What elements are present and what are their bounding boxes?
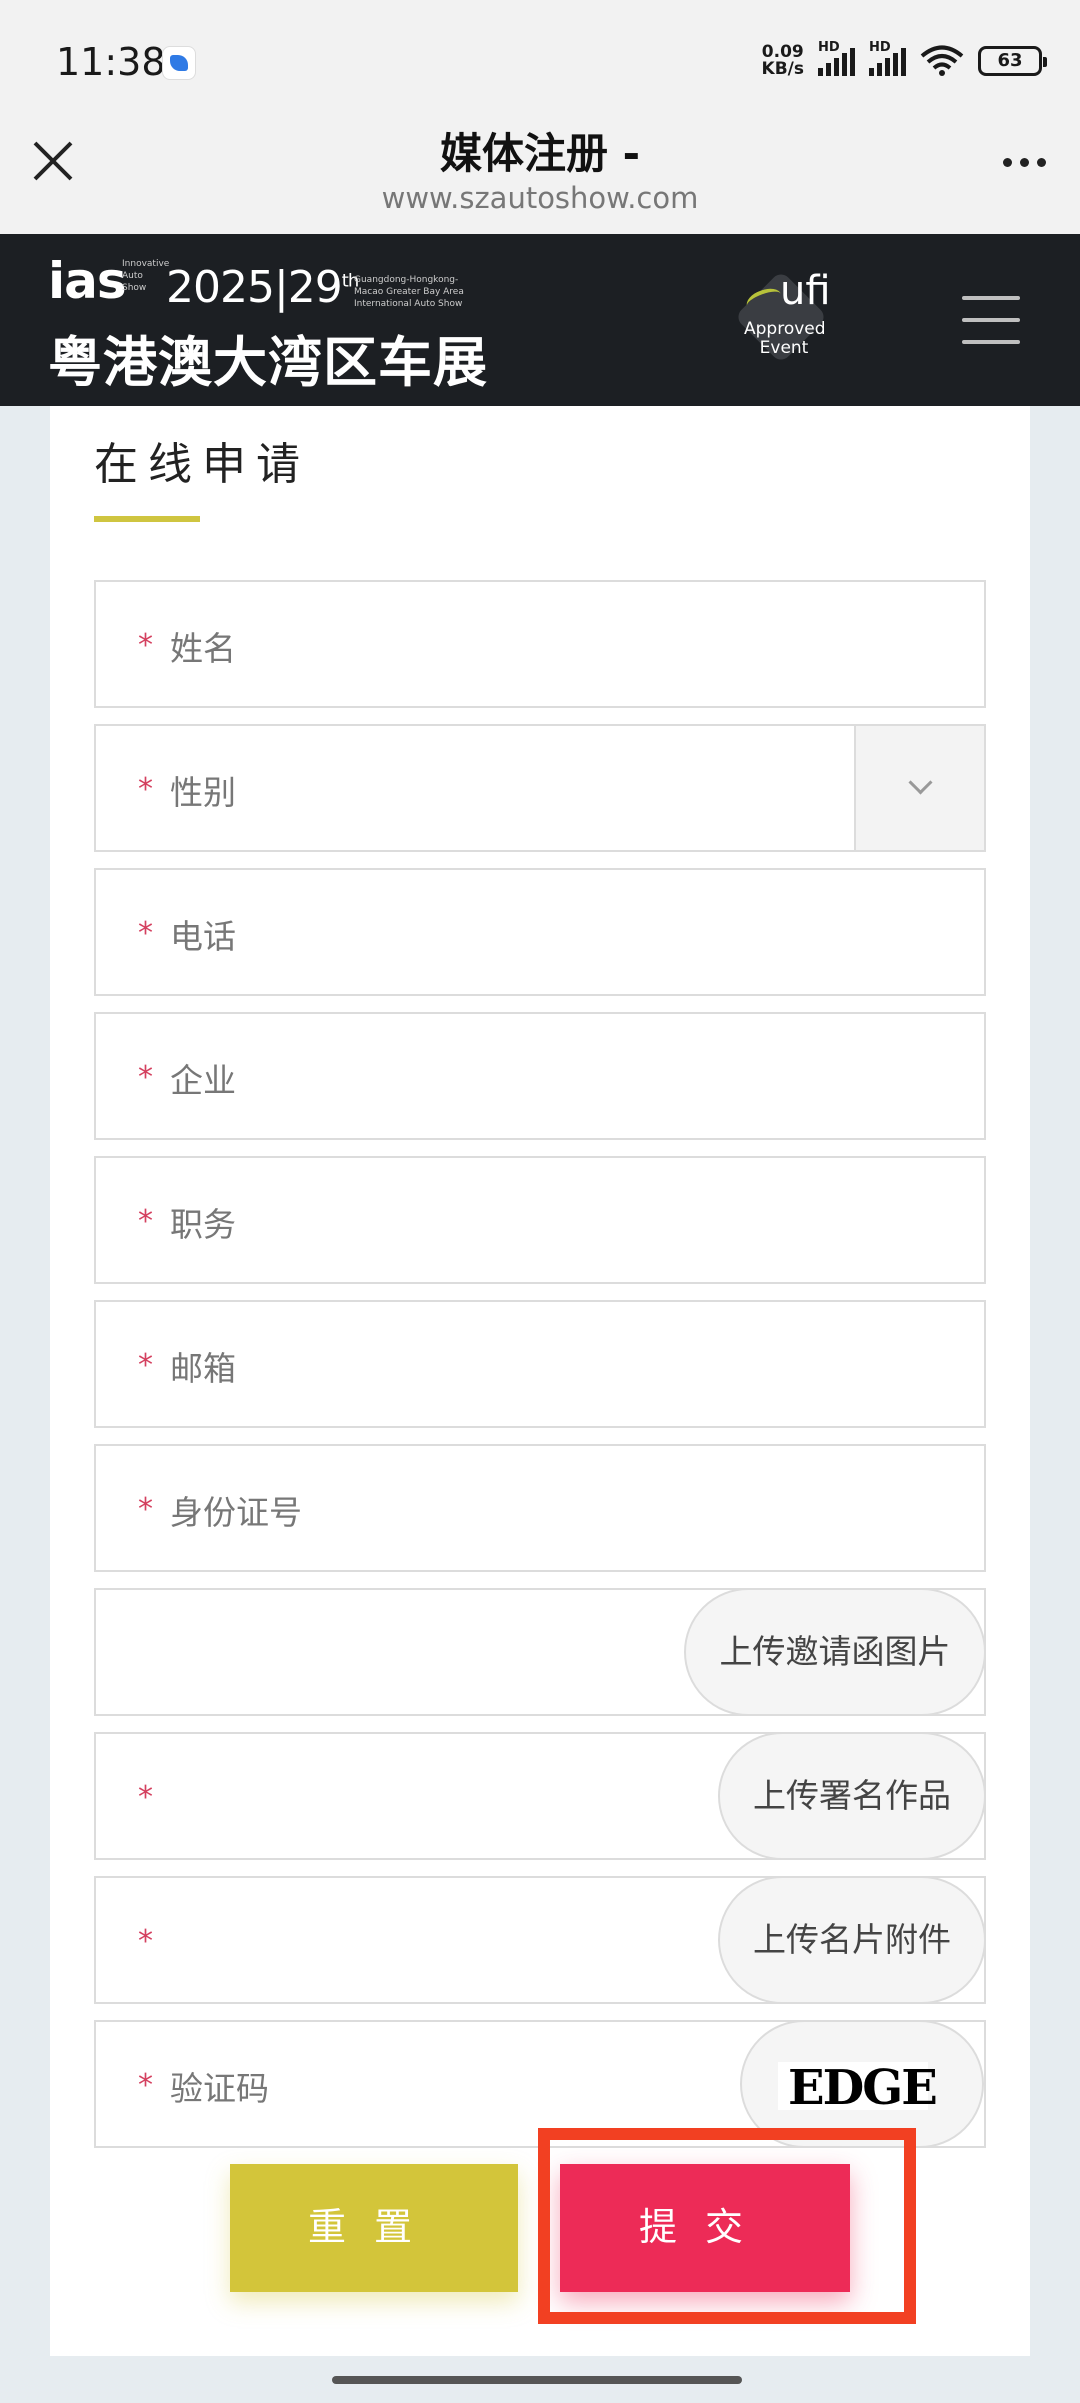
required-mark: * bbox=[138, 1492, 153, 1527]
required-mark: * bbox=[138, 1204, 153, 1239]
company-placeholder: 企业 bbox=[170, 1061, 236, 1100]
gender-select[interactable]: * 性别 bbox=[94, 724, 986, 852]
dot-icon bbox=[1020, 158, 1029, 167]
required-mark: * bbox=[138, 1780, 153, 1815]
site-logo-cn[interactable]: 粤港澳大湾区车展 bbox=[48, 318, 488, 397]
dot-icon bbox=[1037, 158, 1046, 167]
required-mark: * bbox=[138, 628, 153, 663]
site-logo-mark[interactable]: ias bbox=[48, 252, 127, 310]
battery-icon: 63 bbox=[978, 46, 1047, 76]
home-indicator bbox=[332, 2376, 742, 2384]
page-url: www.szautoshow.com bbox=[381, 181, 699, 215]
status-icons: 0.09 KB/s HD HD 63 bbox=[761, 40, 1047, 79]
position-placeholder: 职务 bbox=[170, 1205, 236, 1244]
signal-icon: HD bbox=[818, 40, 855, 76]
name-field[interactable]: * 姓名 bbox=[94, 580, 986, 708]
menu-line-icon bbox=[962, 296, 1020, 300]
site-logo-desc: Guangdong-Hongkong-Macao Greater Bay Are… bbox=[354, 275, 464, 309]
upload-signed-work-button[interactable]: 上传署名作品 bbox=[718, 1732, 986, 1860]
section-title: 在线申请 bbox=[94, 439, 310, 490]
page-title: 媒体注册 - bbox=[439, 129, 641, 178]
email-field[interactable]: * 邮箱 bbox=[94, 1300, 986, 1428]
required-mark: * bbox=[138, 1348, 153, 1383]
required-mark: * bbox=[138, 1060, 153, 1095]
upload-invitation-button[interactable]: 上传邀请函图片 bbox=[684, 1588, 986, 1716]
required-mark: * bbox=[138, 916, 153, 951]
position-field[interactable]: * 职务 bbox=[94, 1156, 986, 1284]
captcha-code: EDGE bbox=[788, 2060, 938, 2116]
ufi-badge: ufi Approved Event bbox=[728, 262, 836, 372]
wifi-icon bbox=[920, 45, 964, 77]
email-placeholder: 邮箱 bbox=[170, 1349, 236, 1388]
reset-button[interactable]: 重置 bbox=[230, 2164, 518, 2292]
notification-app-icon bbox=[162, 46, 196, 80]
section-underline bbox=[94, 516, 200, 522]
phone-placeholder: 电话 bbox=[170, 917, 236, 956]
company-field[interactable]: * 企业 bbox=[94, 1012, 986, 1140]
name-placeholder: 姓名 bbox=[170, 629, 236, 668]
status-time: 11:38 bbox=[56, 40, 166, 84]
business-card-upload-field: * 上传名片附件 bbox=[94, 1876, 986, 2004]
menu-line-icon bbox=[962, 318, 1020, 322]
site-logo-year: 2025|29th bbox=[166, 262, 359, 313]
chevron-down-icon[interactable] bbox=[854, 726, 984, 850]
signed-work-upload-field: * 上传署名作品 bbox=[94, 1732, 986, 1860]
required-mark: * bbox=[138, 2068, 153, 2103]
signal-icon-2: HD bbox=[869, 40, 906, 76]
required-mark: * bbox=[138, 1924, 153, 1959]
dot-icon bbox=[1003, 158, 1012, 167]
phone-field[interactable]: * 电话 bbox=[94, 868, 986, 996]
menu-line-icon bbox=[962, 340, 1020, 344]
gender-placeholder: 性别 bbox=[170, 773, 236, 812]
required-mark: * bbox=[138, 772, 153, 807]
id-number-field[interactable]: * 身份证号 bbox=[94, 1444, 986, 1572]
more-options-button[interactable] bbox=[1003, 158, 1046, 167]
upload-business-card-button[interactable]: 上传名片附件 bbox=[718, 1876, 986, 2004]
site-logo-mark-sub: Innovative Auto Show bbox=[122, 259, 170, 293]
network-speed: 0.09 KB/s bbox=[761, 42, 804, 79]
captcha-placeholder: 验证码 bbox=[170, 2069, 269, 2108]
id-number-placeholder: 身份证号 bbox=[170, 1493, 302, 1532]
submit-highlight-box bbox=[538, 2128, 916, 2324]
hamburger-menu-button[interactable] bbox=[962, 296, 1020, 344]
invitation-upload-field: 上传邀请函图片 bbox=[94, 1588, 986, 1716]
